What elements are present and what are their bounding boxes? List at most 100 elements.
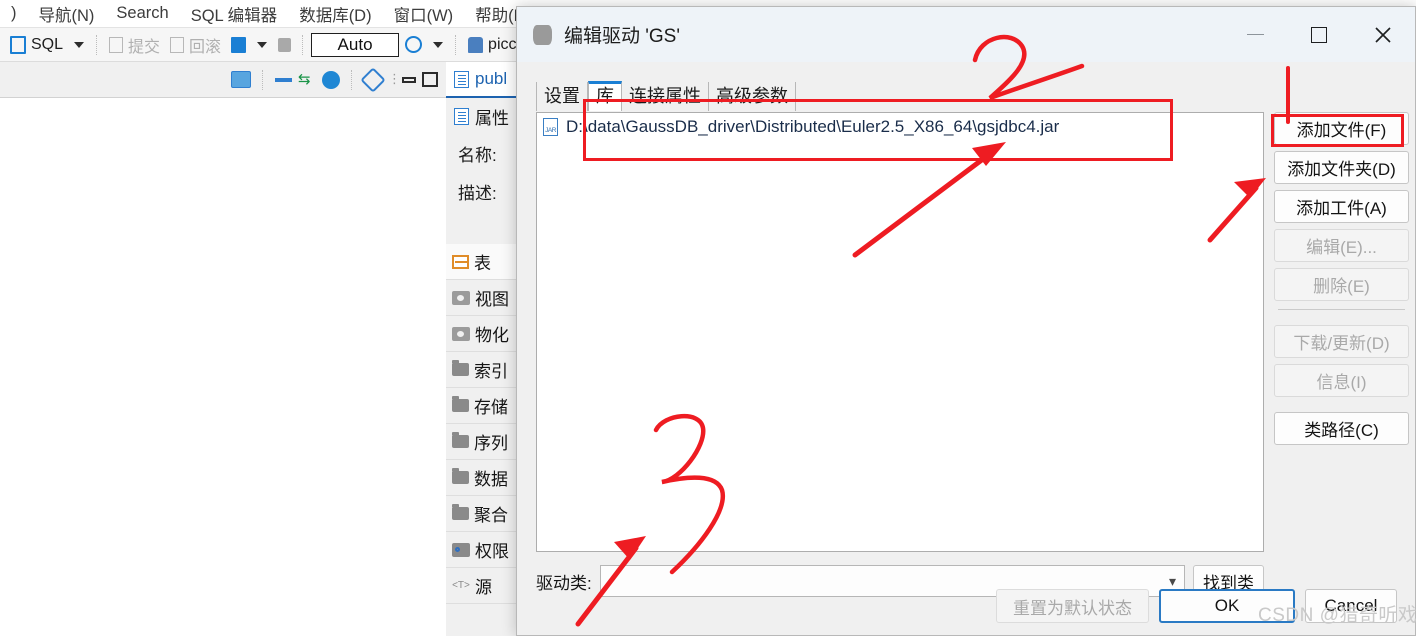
nav-item-views[interactable]: 视图: [446, 280, 516, 316]
auto-commit-combo[interactable]: Auto: [311, 32, 400, 57]
properties-label: 属性: [475, 108, 509, 128]
nav-item-label: 索引: [474, 362, 508, 381]
menu-item-navigate[interactable]: 导航(N): [28, 0, 106, 28]
minus-icon[interactable]: [275, 77, 292, 82]
nav-item-tables[interactable]: 表: [446, 244, 516, 280]
nav-item-permissions[interactable]: 权限: [446, 532, 516, 568]
menu-item-search[interactable]: Search: [105, 2, 179, 25]
button-group-separator: [1274, 403, 1409, 406]
minimize-button[interactable]: [1223, 7, 1287, 62]
nav-item-materialized-views[interactable]: 物化: [446, 316, 516, 352]
tab-settings[interactable]: 设置: [536, 82, 588, 111]
tab-advanced-parameters[interactable]: 高级参数: [709, 82, 796, 111]
tab-connection-properties[interactable]: 连接属性: [622, 82, 709, 111]
nav-item-indexes[interactable]: 索引: [446, 352, 516, 388]
minimize-panel-icon[interactable]: [402, 76, 416, 83]
classpath-button[interactable]: 类路径(C): [1274, 412, 1409, 445]
dialog-title: 编辑驱动 'GS': [564, 26, 680, 47]
sql-button[interactable]: SQL: [6, 34, 67, 56]
name-field-label: 名称:: [458, 145, 497, 165]
nav-item-aggregates[interactable]: 聚合: [446, 496, 516, 532]
readonly-lock-button[interactable]: [274, 36, 295, 54]
transaction-dropdown-caret-icon[interactable]: [257, 41, 268, 48]
cancel-button[interactable]: Cancel: [1305, 589, 1397, 623]
jar-file-icon: [543, 118, 558, 136]
menu-item-0[interactable]: ): [0, 2, 28, 25]
refresh-icon[interactable]: [360, 66, 386, 93]
editor-tab-public[interactable]: publ: [446, 62, 516, 98]
history-dropdown-caret-icon[interactable]: [433, 41, 444, 48]
history-button[interactable]: [401, 34, 426, 55]
library-actions-column: 添加文件(F) 添加文件夹(D) 添加工件(A) 编辑(E)... 删除(E) …: [1274, 112, 1409, 445]
transaction-mode-button[interactable]: [227, 35, 250, 55]
properties-section-header[interactable]: 属性: [446, 98, 516, 134]
folder-icon: [452, 360, 469, 376]
active-connection-selector[interactable]: picc: [464, 34, 520, 56]
delete-button[interactable]: 删除(E): [1274, 268, 1409, 301]
new-object-icon[interactable]: [231, 71, 251, 88]
sql-icon: [10, 35, 26, 54]
driver-database-icon: [533, 24, 552, 45]
dialog-body: 设置 库 连接属性 高级参数 D:\data\GaussDB_driver\Di…: [517, 62, 1415, 635]
close-button[interactable]: [1351, 7, 1415, 62]
editor-toolbar: ⇆ ⋮: [0, 62, 446, 98]
add-folder-button[interactable]: 添加文件夹(D): [1274, 151, 1409, 184]
info-button[interactable]: 信息(I): [1274, 364, 1409, 397]
editor-content-area: [0, 98, 446, 636]
toolbar-separator: [302, 34, 304, 55]
folder-icon: [452, 468, 469, 484]
clock-icon: [405, 36, 423, 53]
nav-item-label: 序列: [474, 434, 508, 453]
editor-tab-label: publ: [475, 69, 508, 88]
maximize-button[interactable]: [1287, 7, 1351, 62]
nav-item-storage[interactable]: 存储: [446, 388, 516, 424]
edit-button[interactable]: 编辑(E)...: [1274, 229, 1409, 262]
tab-libraries[interactable]: 库: [588, 81, 622, 111]
rollback-icon: [170, 36, 185, 53]
add-file-button[interactable]: 添加文件(F): [1274, 112, 1409, 145]
edit-driver-dialog: 编辑驱动 'GS' 设置 库 连接属性 高级参数 JAR D:\data\Gau…: [516, 6, 1416, 636]
menu-item-database[interactable]: 数据库(D): [288, 0, 382, 28]
gear-icon[interactable]: [322, 70, 340, 89]
view-menu-icon[interactable]: ⋮: [388, 71, 401, 89]
close-icon: [1375, 26, 1391, 43]
commit-button-label: 提交: [128, 38, 161, 56]
rollback-button[interactable]: 回滚: [166, 31, 225, 59]
driver-library-list[interactable]: D:\data\GaussDB_driver\Distributed\Euler…: [536, 112, 1264, 552]
swap-arrows-icon[interactable]: ⇆: [298, 72, 316, 87]
view-icon: [452, 290, 470, 305]
nav-item-label: 物化: [475, 326, 509, 345]
toolbar-separator: [455, 34, 457, 55]
toolbar-separator: [262, 69, 264, 90]
dialog-tab-bar: 设置 库 连接属性 高级参数: [536, 81, 796, 111]
lock-icon: [278, 37, 292, 52]
key-icon: [452, 542, 470, 557]
sql-dropdown-caret-icon[interactable]: [74, 41, 85, 48]
transaction-icon: [231, 36, 247, 53]
nav-item-label: 聚合: [474, 506, 508, 525]
active-connection-label: picc: [488, 35, 517, 53]
download-update-button[interactable]: 下载/更新(D): [1274, 325, 1409, 358]
library-list-item[interactable]: D:\data\GaussDB_driver\Distributed\Euler…: [537, 113, 1263, 141]
toolbar-separator: [351, 69, 353, 90]
menu-item-sql-editor[interactable]: SQL 编辑器: [180, 0, 289, 28]
table-icon: [452, 254, 469, 269]
menu-item-window[interactable]: 窗口(W): [383, 0, 465, 28]
nav-item-label: 视图: [475, 290, 509, 309]
sql-button-label: SQL: [31, 35, 64, 53]
folder-icon: [452, 504, 469, 520]
commit-button[interactable]: 提交: [105, 31, 164, 59]
reset-to-defaults-button[interactable]: 重置为默认状态: [996, 589, 1149, 623]
nav-item-label: 源: [475, 578, 492, 597]
commit-icon: [109, 36, 124, 53]
nav-item-label: 表: [474, 254, 491, 273]
ok-button[interactable]: OK: [1159, 589, 1295, 623]
folder-icon: [452, 396, 469, 412]
maximize-icon: [1311, 26, 1327, 43]
nav-item-source[interactable]: <T> 源: [446, 568, 516, 604]
nav-item-data-types[interactable]: 数据: [446, 460, 516, 496]
add-artifact-button[interactable]: 添加工件(A): [1274, 190, 1409, 223]
nav-item-sequences[interactable]: 序列: [446, 424, 516, 460]
maximize-panel-icon[interactable]: [422, 72, 438, 87]
nav-item-label: 数据: [474, 470, 508, 489]
